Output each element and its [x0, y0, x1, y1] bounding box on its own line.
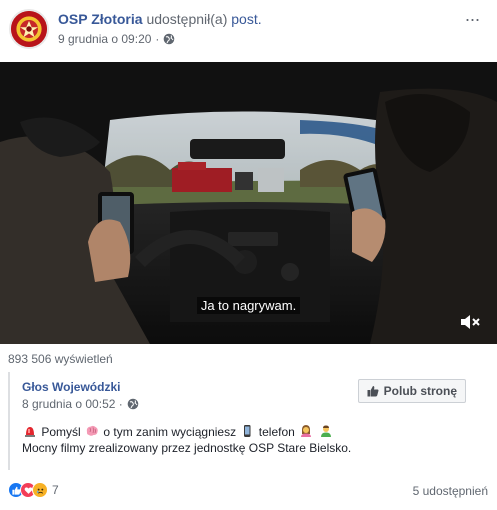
woman-shrugging-emoji-icon: [301, 425, 312, 437]
shared-text-line-2: Mocny filmy zrealizowany przez jednostkę…: [22, 441, 352, 455]
shared-post-text: Pomyśl o tym zanim wyciągniesz telefon M…: [22, 424, 482, 456]
post-timestamp[interactable]: 9 grudnia o 09:20: [58, 32, 151, 46]
reactions-summary[interactable]: 7: [8, 482, 59, 498]
share-count[interactable]: 5 udostępnień: [413, 484, 488, 498]
thumbs-up-icon: [367, 386, 379, 397]
video-player[interactable]: Ja to nagrywam.: [0, 62, 497, 344]
globe-icon: [127, 398, 139, 410]
like-page-label: Polub stronę: [383, 384, 457, 398]
shared-text-part-2: o tym zanim wyciągniesz: [103, 425, 237, 439]
man-shrugging-emoji-icon: [320, 425, 331, 437]
shared-post-card: Głos Wojewódzki 8 grudnia o 00:52 · Polu…: [8, 372, 489, 470]
post-link[interactable]: post.: [231, 11, 261, 27]
reaction-count[interactable]: 7: [52, 483, 59, 497]
shared-page-name-link[interactable]: Głos Wojewódzki: [22, 380, 120, 394]
mute-icon[interactable]: [459, 312, 481, 332]
like-page-button[interactable]: Polub stronę: [357, 379, 466, 403]
more-options-button[interactable]: ···: [461, 9, 483, 29]
globe-icon: [164, 33, 175, 45]
brain-emoji-icon: [86, 425, 98, 436]
video-subtitle: Ja to nagrywam.: [196, 297, 301, 314]
fire-brigade-logo-icon: [11, 11, 47, 47]
shared-text-part-3: telefon: [258, 425, 295, 439]
post-footer: 7 5 udostępnień: [0, 478, 497, 502]
shared-text: udostępnił(a): [146, 11, 228, 27]
page-avatar[interactable]: [9, 9, 49, 49]
view-count: 893 506 wyświetleń: [8, 352, 113, 366]
post-header: OSP Złotoria udostępnił(a) post. 9 grudn…: [0, 0, 497, 62]
page-name-link[interactable]: OSP Złotoria: [58, 11, 143, 27]
mobile-phone-emoji-icon: [244, 425, 251, 437]
sad-reaction-icon: [32, 482, 48, 498]
shared-text-part-1: Pomyśl: [41, 425, 81, 439]
siren-emoji-icon: [25, 427, 35, 437]
shared-post-timestamp[interactable]: 8 grudnia o 00:52 ·: [22, 397, 123, 411]
